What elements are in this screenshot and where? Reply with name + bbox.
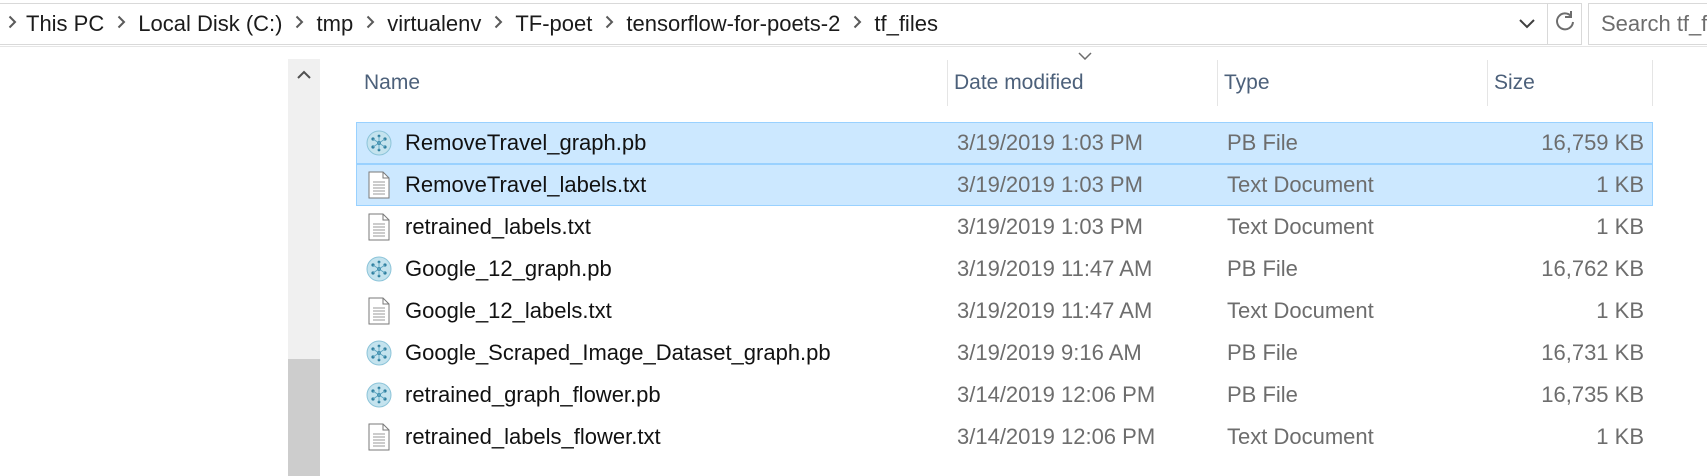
breadcrumb-item[interactable]: tensorflow-for-poets-2 <box>624 11 842 37</box>
file-date-modified: 3/19/2019 11:47 AM <box>957 298 1153 323</box>
column-header-name-label: Name <box>364 71 421 94</box>
file-row[interactable]: retrained_labels_flower.txt 3/14/2019 12:… <box>356 416 1653 458</box>
text-file-icon <box>365 297 393 325</box>
vertical-scrollbar[interactable] <box>288 59 320 476</box>
file-type: Text Document <box>1227 298 1374 323</box>
file-name-cell: RemoveTravel_labels.txt <box>357 171 949 199</box>
file-type: PB File <box>1227 382 1298 407</box>
file-name: Google_12_graph.pb <box>405 256 612 281</box>
file-row[interactable]: Google_Scraped_Image_Dataset_graph.pb 3/1… <box>356 332 1653 374</box>
breadcrumb-item[interactable]: tf_files <box>872 11 940 37</box>
column-header-date-label: Date modified <box>954 71 1084 94</box>
chevron-right-icon[interactable] <box>285 15 315 33</box>
file-name-cell: Google_12_graph.pb <box>357 255 949 283</box>
chevron-right-icon[interactable] <box>483 15 513 33</box>
file-row[interactable]: RemoveTravel_graph.pb 3/19/2019 1:03 PM PB… <box>356 122 1653 164</box>
navigation-pane <box>0 47 288 476</box>
file-name: Google_12_labels.txt <box>405 298 612 323</box>
file-size: 1 KB <box>1596 214 1644 239</box>
file-date-modified: 3/19/2019 11:47 AM <box>957 256 1153 281</box>
chevron-down-icon[interactable] <box>1512 4 1542 44</box>
refresh-button[interactable] <box>1548 3 1582 45</box>
breadcrumb-item[interactable]: virtualenv <box>385 11 483 37</box>
breadcrumb-items: This PC Local Disk (C:) tmp virtualenv TF-po… <box>0 4 940 44</box>
file-rows: RemoveTravel_graph.pb 3/19/2019 1:03 PM PB… <box>356 122 1653 458</box>
chevron-right-icon[interactable] <box>0 15 24 33</box>
file-name-cell: Google_Scraped_Image_Dataset_graph.pb <box>357 339 949 367</box>
file-size: 16,762 KB <box>1541 256 1644 281</box>
file-date-modified: 3/14/2019 12:06 PM <box>957 424 1156 449</box>
breadcrumb[interactable]: This PC Local Disk (C:) tmp virtualenv TF-po… <box>0 3 1548 45</box>
file-size: 1 KB <box>1596 172 1644 197</box>
chevron-right-icon[interactable] <box>594 15 624 33</box>
text-file-icon <box>365 213 393 241</box>
file-row[interactable]: Google_12_labels.txt 3/19/2019 11:47 AM Te… <box>356 290 1653 332</box>
file-date-modified: 3/19/2019 1:03 PM <box>957 214 1143 239</box>
file-date-modified: 3/19/2019 1:03 PM <box>957 172 1143 197</box>
pb-file-icon <box>365 381 393 409</box>
file-row[interactable]: RemoveTravel_labels.txt 3/19/2019 1:03 PM… <box>356 164 1653 206</box>
pb-file-icon <box>365 255 393 283</box>
file-name: RemoveTravel_graph.pb <box>405 130 647 155</box>
file-list: Name Date modified Type Size RemoveTrave… <box>320 47 1707 476</box>
file-type: PB File <box>1227 340 1298 365</box>
text-file-icon <box>365 171 393 199</box>
text-file-icon <box>365 423 393 451</box>
file-row[interactable]: retrained_labels.txt 3/19/2019 1:03 PM Tex… <box>356 206 1653 248</box>
breadcrumb-item[interactable]: This PC <box>24 11 106 37</box>
file-name: RemoveTravel_labels.txt <box>405 172 647 197</box>
refresh-icon <box>1554 10 1576 39</box>
search-box[interactable] <box>1588 3 1707 45</box>
column-header-date-modified[interactable]: Date modified <box>948 52 1218 106</box>
file-size: 1 KB <box>1596 424 1644 449</box>
column-header-size-label: Size <box>1494 71 1535 94</box>
file-type: Text Document <box>1227 424 1374 449</box>
sort-descending-icon <box>1078 48 1092 62</box>
file-name: retrained_labels.txt <box>405 214 591 239</box>
file-row[interactable]: retrained_graph_flower.pb 3/14/2019 12:06… <box>356 374 1653 416</box>
scrollbar-thumb[interactable] <box>288 359 320 476</box>
file-name: retrained_labels_flower.txt <box>405 424 661 449</box>
breadcrumb-item[interactable]: tmp <box>315 11 356 37</box>
file-type: Text Document <box>1227 172 1374 197</box>
file-type: PB File <box>1227 256 1298 281</box>
file-name-cell: Google_12_labels.txt <box>357 297 949 325</box>
column-header-type[interactable]: Type <box>1218 60 1488 106</box>
address-bar: This PC Local Disk (C:) tmp virtualenv TF-po… <box>0 0 1707 47</box>
file-type: Text Document <box>1227 214 1374 239</box>
breadcrumb-item[interactable]: TF-poet <box>513 11 594 37</box>
search-input[interactable] <box>1589 4 1707 44</box>
chevron-right-icon[interactable] <box>106 15 136 33</box>
file-name: Google_Scraped_Image_Dataset_graph.pb <box>405 340 831 365</box>
file-date-modified: 3/14/2019 12:06 PM <box>957 382 1156 407</box>
pb-file-icon <box>365 339 393 367</box>
file-name-cell: retrained_labels.txt <box>357 213 949 241</box>
column-headers: Name Date modified Type Size <box>358 52 1653 106</box>
file-size: 1 KB <box>1596 298 1644 323</box>
file-size: 16,731 KB <box>1541 340 1644 365</box>
column-header-name[interactable]: Name <box>358 60 948 106</box>
file-date-modified: 3/19/2019 1:03 PM <box>957 130 1143 155</box>
file-name-cell: RemoveTravel_graph.pb <box>357 129 949 157</box>
file-name: retrained_graph_flower.pb <box>405 382 661 407</box>
column-header-type-label: Type <box>1224 71 1270 94</box>
chevron-right-icon[interactable] <box>842 15 872 33</box>
scroll-up-arrow-icon[interactable] <box>288 59 320 91</box>
file-size: 16,735 KB <box>1541 382 1644 407</box>
file-date-modified: 3/19/2019 9:16 AM <box>957 340 1142 365</box>
pb-file-icon <box>365 129 393 157</box>
breadcrumb-item[interactable]: Local Disk (C:) <box>136 11 284 37</box>
column-header-size[interactable]: Size <box>1488 60 1653 106</box>
file-row[interactable]: Google_12_graph.pb 3/19/2019 11:47 AM PB F… <box>356 248 1653 290</box>
file-name-cell: retrained_graph_flower.pb <box>357 381 949 409</box>
file-type: PB File <box>1227 130 1298 155</box>
file-size: 16,759 KB <box>1541 130 1644 155</box>
chevron-right-icon[interactable] <box>355 15 385 33</box>
file-name-cell: retrained_labels_flower.txt <box>357 423 949 451</box>
